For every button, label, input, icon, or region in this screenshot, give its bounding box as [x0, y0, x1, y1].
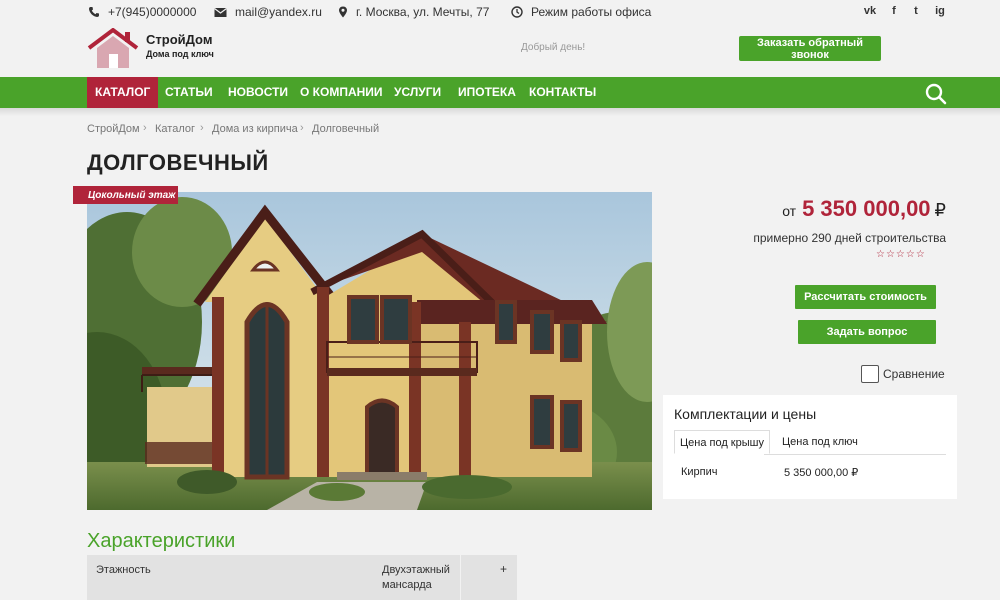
twitter-icon[interactable]: t	[909, 4, 923, 18]
calculate-cost-button[interactable]: Рассчитать стоимость	[795, 285, 936, 309]
nav-item-services[interactable]: УСЛУГИ	[394, 77, 441, 108]
phone-contact[interactable]: +7(945)0000000	[88, 5, 196, 19]
characteristic-value: Двухэтажный мансарда	[382, 564, 450, 591]
characteristics-title: Характеристики	[87, 530, 236, 552]
price-currency: ₽	[934, 200, 946, 220]
vk-icon[interactable]: vk	[863, 4, 877, 18]
phone-icon	[89, 7, 99, 17]
office-hours[interactable]: Режим работы офиса	[511, 5, 651, 19]
nav-shadow	[0, 108, 1000, 116]
rating-stars[interactable]: ☆☆☆☆☆	[876, 249, 926, 260]
price-value: 5 350 000,00	[802, 196, 931, 221]
greeting-text: Добрый день!	[521, 42, 586, 53]
compare-label[interactable]: Сравнение	[883, 367, 945, 381]
nav-item-about[interactable]: О КОМПАНИИ	[300, 77, 383, 108]
price-block: от 5 350 000,00 ₽	[782, 196, 946, 222]
logo-tagline: Дома под ключ	[146, 49, 214, 59]
breadcrumb-catalog[interactable]: Каталог	[155, 123, 195, 135]
expand-plus-icon[interactable]: +	[500, 562, 507, 576]
page-title: ДОЛГОВЕЧНЫЙ	[87, 150, 269, 175]
config-material: Кирпич	[681, 466, 718, 478]
clock-icon	[511, 6, 523, 18]
email-contact[interactable]: mail@yandex.ru	[214, 5, 322, 19]
facebook-icon[interactable]: f	[887, 4, 901, 18]
breadcrumb-separator-icon: ›	[300, 122, 304, 134]
house-logo-icon	[87, 28, 139, 68]
envelope-icon	[214, 7, 227, 17]
configurations-panel: Комплектации и цены Цена под крышу Цена …	[663, 395, 957, 499]
site-logo[interactable]: СтройДом Дома под ключ	[87, 28, 227, 70]
nav-item-catalog[interactable]: КАТАЛОГ	[87, 77, 159, 108]
breadcrumb-separator-icon: ›	[200, 122, 204, 134]
top-contact-bar: +7(945)0000000 mail@yandex.ru г. Москва,…	[0, 0, 1000, 24]
nav-item-articles[interactable]: СТАТЬИ	[165, 77, 213, 108]
tab-price-roof[interactable]: Цена под крышу	[674, 430, 770, 454]
nav-item-contacts[interactable]: КОНТАКТЫ	[529, 77, 596, 108]
house-illustration	[87, 192, 652, 510]
email-address: mail@yandex.ru	[235, 5, 322, 19]
config-price: 5 350 000,00 ₽	[784, 467, 859, 479]
configurations-title: Комплектации и цены	[674, 406, 817, 422]
ask-question-button[interactable]: Задать вопрос	[798, 320, 936, 344]
breadcrumb-current: Долговечный	[312, 123, 380, 135]
office-hours-label: Режим работы офиса	[531, 5, 652, 19]
photo-badge: Цокольный этаж	[73, 186, 178, 204]
breadcrumb-home[interactable]: СтройДом	[87, 123, 140, 135]
house-photo[interactable]	[87, 192, 652, 510]
map-pin-icon	[339, 6, 347, 18]
callback-button[interactable]: Заказать обратный звонок	[739, 36, 881, 61]
search-icon[interactable]	[924, 82, 948, 106]
build-time: примерно 290 дней строительства	[753, 231, 946, 245]
instagram-icon[interactable]: ig	[933, 4, 947, 18]
phone-number: +7(945)0000000	[108, 5, 197, 19]
price-prefix: от	[782, 203, 797, 219]
breadcrumb-separator-icon: ›	[143, 122, 147, 134]
characteristic-name: Этажность	[96, 564, 151, 576]
tab-price-turnkey[interactable]: Цена под ключ	[782, 430, 858, 454]
address-text: г. Москва, ул. Мечты, 77	[356, 5, 490, 19]
main-nav: КАТАЛОГ СТАТЬИ НОВОСТИ О КОМПАНИИ УСЛУГИ…	[0, 77, 1000, 108]
nav-item-mortgage[interactable]: ИПОТЕКА	[458, 77, 516, 108]
nav-item-news[interactable]: НОВОСТИ	[228, 77, 288, 108]
tab-divider	[764, 454, 946, 455]
characteristics-table: Этажность Двухэтажный мансарда +	[87, 555, 517, 600]
breadcrumb-brick-houses[interactable]: Дома из кирпича	[212, 123, 298, 135]
address-contact: г. Москва, ул. Мечты, 77	[338, 5, 489, 19]
compare-checkbox[interactable]	[861, 365, 879, 383]
logo-name: СтройДом	[146, 32, 213, 47]
